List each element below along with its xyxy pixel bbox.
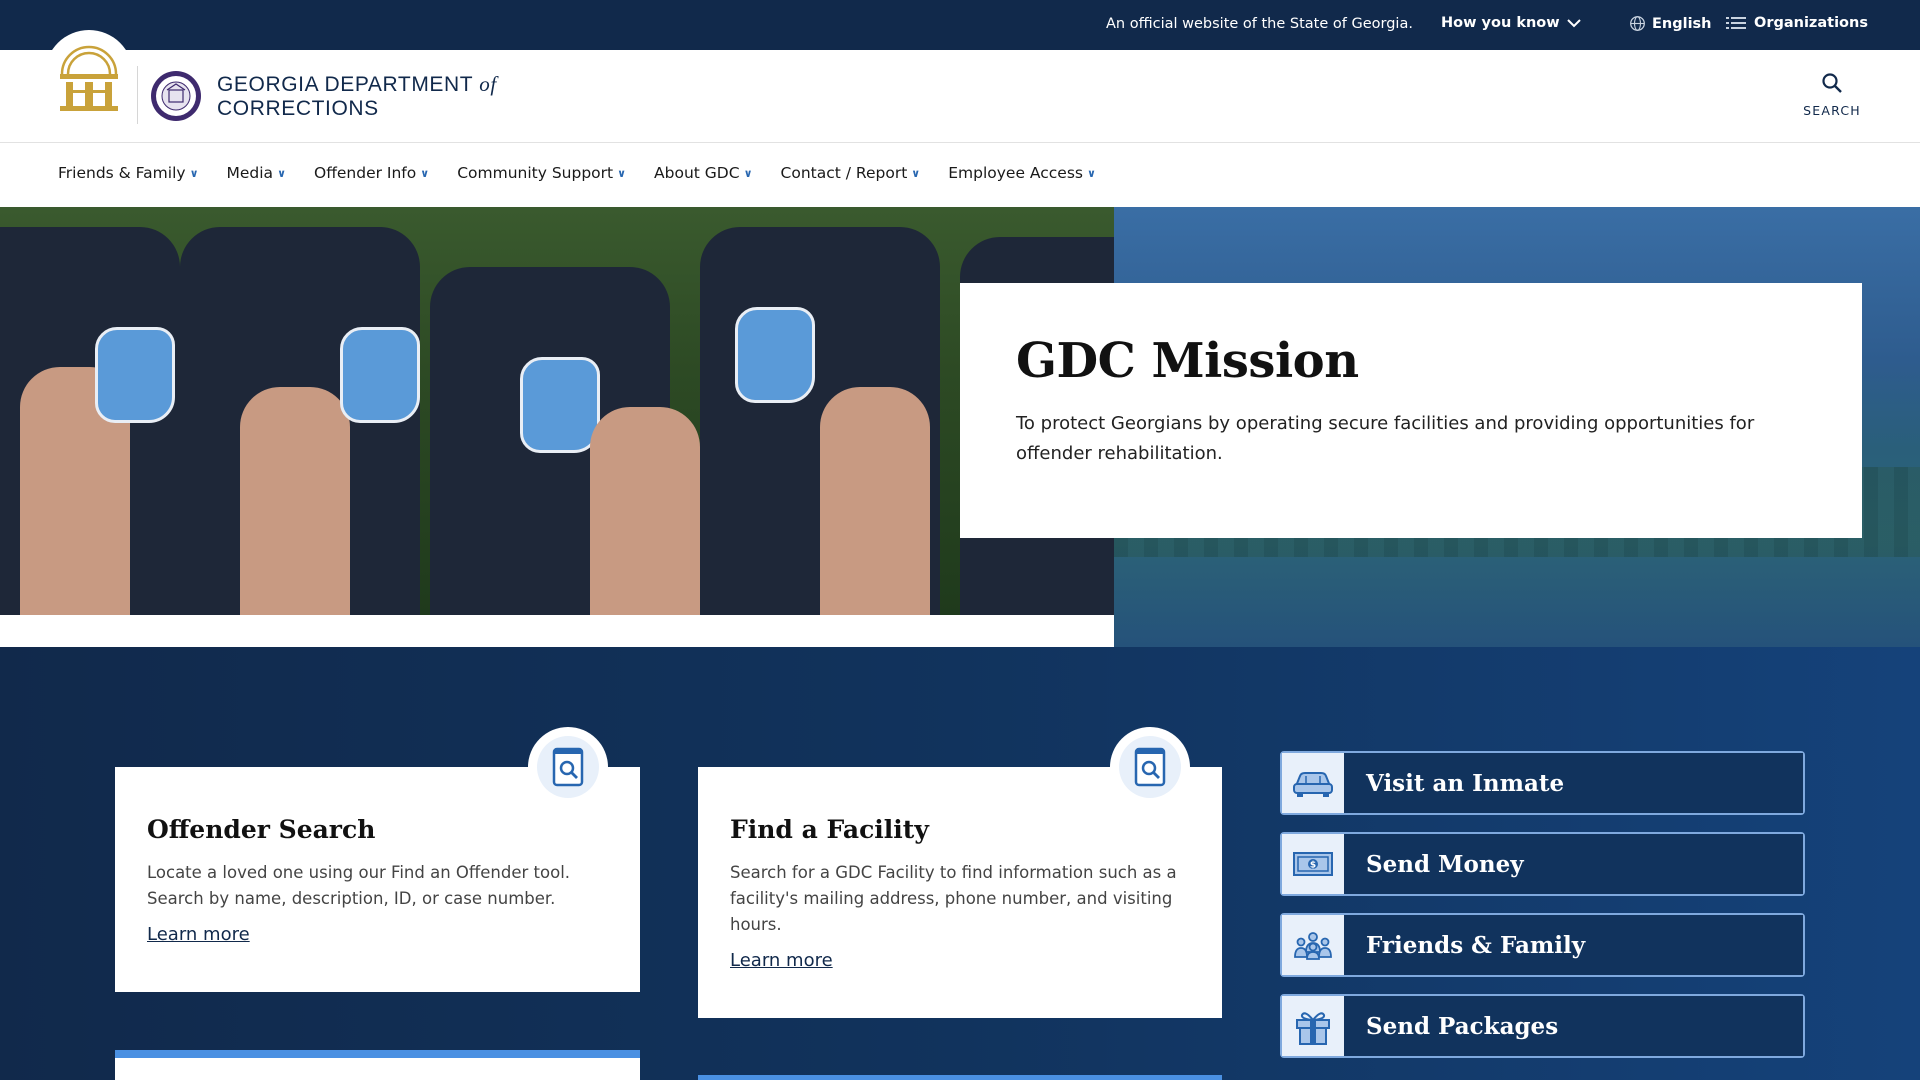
nav-item-label: Contact / Report: [780, 164, 908, 182]
nav-item-contact-report[interactable]: Contact / Report ∨: [781, 164, 921, 182]
officer-arm: [590, 407, 700, 615]
mission-title: GDC Mission: [1016, 333, 1359, 389]
quick-link-label: Visit an Inmate: [1344, 753, 1803, 813]
card-accent-bar: [115, 1050, 640, 1058]
quick-link-icon-box: [1282, 996, 1344, 1056]
gdc-seal-icon[interactable]: [150, 70, 202, 122]
quick-link-icon-box: [1282, 753, 1344, 813]
officers-hero-image: [0, 207, 1114, 615]
svg-text:$: $: [1310, 861, 1316, 871]
organizations-label: Organizations: [1754, 15, 1868, 31]
chevron-down-icon: ∨: [1086, 166, 1096, 180]
nav-item-about-gdc[interactable]: About GDC ∨: [654, 164, 752, 182]
document-search-icon: [1134, 747, 1166, 787]
official-site-text: An official website of the State of Geor…: [1106, 16, 1413, 32]
quick-link-send-money[interactable]: $ Send Money: [1280, 832, 1805, 896]
quick-link-friends-family[interactable]: Friends & Family: [1280, 913, 1805, 977]
uniform-patch: [735, 307, 815, 403]
chevron-down-icon: ∨: [617, 166, 627, 180]
how-you-know-toggle[interactable]: How you know: [1441, 15, 1582, 31]
site-logo-wordmark[interactable]: GEORGIA DEPARTMENT of CORRECTIONS: [217, 72, 497, 121]
people-icon: [1294, 932, 1332, 960]
offender-search-icon-badge: [528, 727, 608, 807]
nav-item-label: Media: [226, 164, 274, 182]
officer-arm: [820, 387, 930, 615]
nav-item-label: Employee Access: [948, 164, 1083, 182]
uniform-patch: [520, 357, 600, 453]
chevron-down-icon: ∨: [743, 166, 753, 180]
quick-link-icon-box: [1282, 915, 1344, 975]
uniform-patch: [95, 327, 175, 423]
nav-item-label: Community Support: [457, 164, 614, 182]
logo-divider: [137, 66, 138, 124]
nav-item-friends-family[interactable]: Friends & Family ∨: [58, 164, 199, 182]
chevron-down-icon: ∨: [911, 166, 921, 180]
nav-item-label: Offender Info: [314, 164, 417, 182]
organizations-link[interactable]: Organizations: [1726, 15, 1868, 31]
nav-item-community-support[interactable]: Community Support ∨: [457, 164, 626, 182]
chevron-down-icon: ∨: [189, 166, 199, 180]
nav-item-employee-access[interactable]: Employee Access ∨: [948, 164, 1096, 182]
uniform-patch: [340, 327, 420, 423]
chevron-down-icon: [1566, 19, 1581, 28]
main-navigation: Friends & Family ∨ Media ∨ Offender Info ∨ …: [0, 143, 1920, 207]
mission-text: To protect Georgians by operating secure…: [1016, 413, 1755, 464]
georgia-arch-seal-icon: [60, 45, 118, 111]
search-icon: [1822, 73, 1842, 93]
quick-link-icon-box: $: [1282, 834, 1344, 894]
card-title: Offender Search: [147, 815, 376, 844]
lower-card-partial: [698, 1075, 1222, 1080]
language-label: English: [1652, 15, 1712, 32]
quick-link-label: Friends & Family: [1344, 915, 1803, 975]
card-description: Search for a GDC Facility to find inform…: [730, 863, 1177, 934]
mission-card: GDC Mission To protect Georgians by oper…: [960, 283, 1862, 538]
nav-item-media[interactable]: Media ∨: [227, 164, 287, 182]
search-button[interactable]: SEARCH: [1800, 72, 1864, 118]
chevron-down-icon: ∨: [420, 166, 430, 180]
card-title: Find a Facility: [730, 815, 929, 844]
language-selector[interactable]: English: [1629, 15, 1712, 32]
brand-line-2: CORRECTIONS: [217, 97, 379, 120]
quick-link-visit-inmate[interactable]: Visit an Inmate: [1280, 751, 1805, 815]
card-description: Locate a loved one using our Find an Off…: [147, 863, 571, 908]
nav-item-label: About GDC: [654, 164, 740, 182]
officer-arm: [240, 387, 350, 615]
globe-icon: [1630, 16, 1645, 31]
chevron-down-icon: ∨: [277, 166, 286, 180]
document-search-icon: [552, 747, 584, 787]
find-facility-icon-badge: [1110, 727, 1190, 807]
gift-icon: [1296, 1012, 1330, 1045]
list-icon: [1726, 17, 1746, 29]
nav-item-offender-info[interactable]: Offender Info ∨: [314, 164, 429, 182]
quick-link-label: Send Money: [1344, 834, 1803, 894]
search-label: SEARCH: [1803, 103, 1861, 118]
nav-item-label: Friends & Family: [58, 164, 186, 182]
lower-card-partial: [115, 1050, 640, 1080]
georgia-seal-badge[interactable]: [45, 30, 133, 118]
brand-of: of: [479, 72, 497, 96]
hero-section: GDC Mission To protect Georgians by oper…: [0, 207, 1920, 647]
brand-line-1: GEORGIA DEPARTMENT: [217, 73, 473, 96]
hero-white-strip: [0, 615, 1114, 647]
car-icon: [1293, 772, 1333, 797]
money-icon: $: [1293, 852, 1333, 876]
official-site-banner: An official website of the State of Geor…: [0, 0, 1920, 50]
quick-link-label: Send Packages: [1344, 996, 1803, 1056]
card-accent-bar: [698, 1075, 1222, 1080]
learn-more-link[interactable]: Learn more: [730, 950, 833, 971]
how-you-know-label: How you know: [1441, 15, 1560, 31]
learn-more-link[interactable]: Learn more: [147, 924, 250, 945]
quick-link-send-packages[interactable]: Send Packages: [1280, 994, 1805, 1058]
